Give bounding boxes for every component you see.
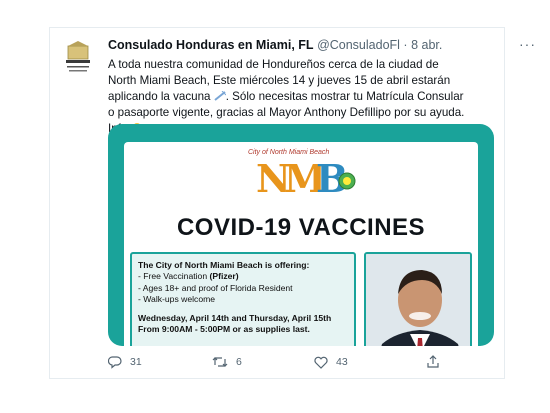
nmb-logo: N M B (256, 158, 356, 200)
retweet-count: 6 (236, 356, 242, 368)
share-icon (427, 355, 439, 368)
tweet-date[interactable]: 8 abr. (411, 38, 442, 52)
display-name[interactable]: Consulado Honduras en Miami, FL (108, 38, 314, 52)
heart-icon (314, 356, 328, 369)
offer-list: - Free Vaccination (Pfizer) - Ages 18+ a… (138, 271, 348, 305)
media-card[interactable]: City of North Miami Beach N M B COVID-19… (108, 124, 494, 346)
offer-panel: The City of North Miami Beach is offerin… (130, 252, 356, 346)
offer-title: The City of North Miami Beach is offerin… (138, 260, 310, 270)
like-count: 43 (336, 356, 348, 368)
reply-count: 31 (130, 356, 142, 368)
reply-button[interactable]: 31 (108, 352, 142, 372)
separator: · (403, 38, 408, 52)
offer-item: - Walk-ups welcome (138, 294, 216, 305)
flyer-heading: COVID-19 VACCINES (176, 214, 426, 241)
tweet-header: Consulado Honduras en Miami, FL @Consula… (108, 38, 488, 53)
offer-item: - Ages 18+ and proof of Florida Resident (138, 282, 293, 293)
more-dots-icon[interactable]: ··· (519, 36, 536, 52)
reply-icon (108, 356, 122, 369)
like-button[interactable]: 43 (314, 352, 348, 372)
user-handle[interactable]: @ConsuladoFl (317, 38, 400, 52)
offer-item: - Free Vaccination (Pfizer) (138, 271, 239, 282)
schedule-line-1: Wednesday, April 14th and Thursday, Apri… (138, 312, 332, 323)
city-seal-icon (338, 172, 356, 190)
mayor-photo (364, 252, 472, 346)
consulate-seal-icon (66, 41, 90, 72)
tweet-actions: 31 6 43 (108, 352, 488, 372)
retweet-button[interactable]: 6 (212, 352, 242, 372)
share-button[interactable] (426, 352, 440, 372)
avatar[interactable] (58, 37, 98, 77)
syringe-icon (214, 91, 226, 101)
flyer: City of North Miami Beach N M B COVID-19… (124, 142, 478, 346)
portrait-image (366, 254, 470, 346)
schedule-line-2: From 9:00AM - 5:00PM or as supplies last… (138, 324, 310, 335)
retweet-icon (212, 357, 228, 367)
city-label: City of North Miami Beach (248, 149, 330, 156)
